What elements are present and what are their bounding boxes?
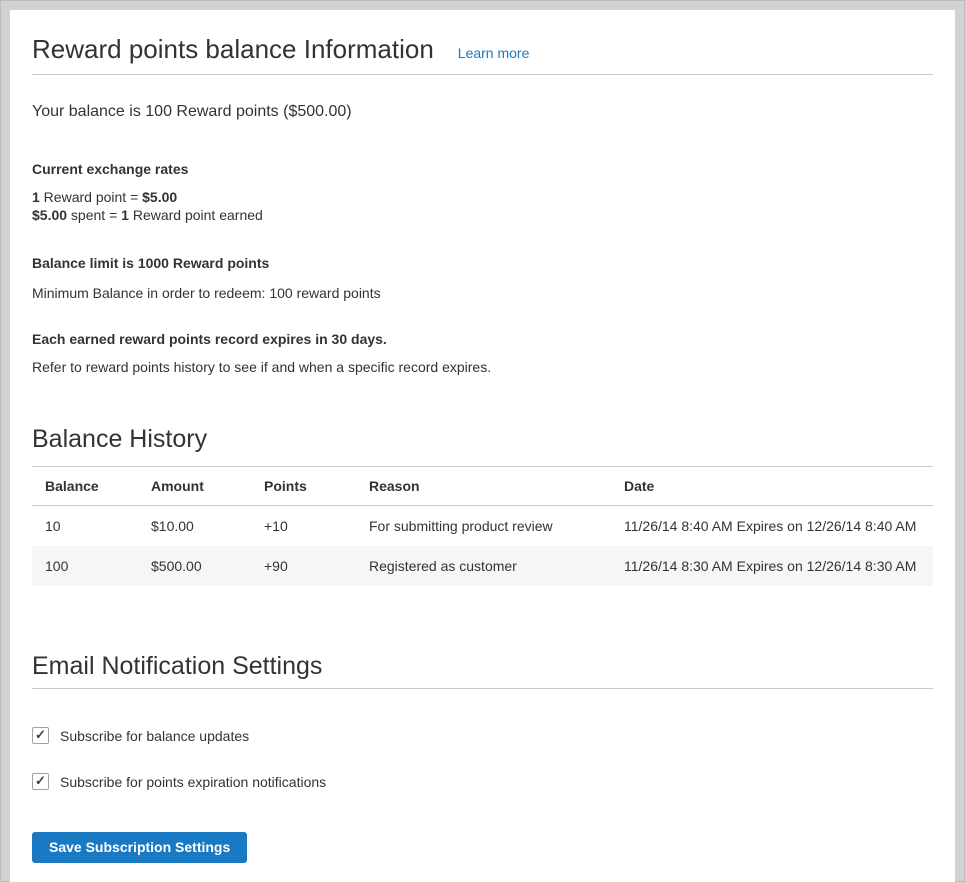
rate2-amount: $5.00: [32, 207, 67, 223]
rate1-text: Reward point =: [40, 189, 142, 205]
rate1-amount: $5.00: [142, 189, 177, 205]
email-settings-heading: Email Notification Settings: [32, 651, 933, 682]
cell-points: +10: [251, 506, 356, 547]
column-header-points: Points: [251, 467, 356, 506]
expiration-note: Each earned reward points record expires…: [32, 329, 933, 349]
balance-history-heading: Balance History: [32, 424, 933, 455]
column-header-balance: Balance: [32, 467, 138, 506]
expiration-hint: Refer to reward points history to see if…: [32, 357, 933, 377]
table-header-row: Balance Amount Points Reason Date: [32, 467, 933, 506]
email-settings-divider: [32, 688, 933, 689]
column-header-reason: Reason: [356, 467, 611, 506]
column-header-amount: Amount: [138, 467, 251, 506]
learn-more-link[interactable]: Learn more: [458, 45, 530, 61]
page-header: Reward points balance Information Learn …: [32, 34, 933, 75]
rate2-text: spent =: [67, 207, 121, 223]
cell-reason: Registered as customer: [356, 546, 611, 586]
exchange-rate-line-2: $5.00 spent = 1 Reward point earned: [32, 206, 933, 224]
table-row: 100 $500.00 +90 Registered as customer 1…: [32, 546, 933, 586]
save-subscription-settings-button[interactable]: Save Subscription Settings: [32, 832, 247, 863]
subscribe-expiration-notifications-checkbox[interactable]: [32, 773, 49, 790]
page-title: Reward points balance Information: [32, 34, 434, 65]
column-header-date: Date: [611, 467, 933, 506]
page-frame: Reward points balance Information Learn …: [0, 0, 965, 882]
exchange-rates-heading: Current exchange rates: [32, 159, 933, 179]
subscribe-balance-updates-row: Subscribe for balance updates: [32, 727, 933, 744]
exchange-rates: 1 Reward point = $5.00 $5.00 spent = 1 R…: [32, 188, 933, 224]
subscribe-expiration-notifications-row: Subscribe for points expiration notifica…: [32, 773, 933, 790]
cell-balance: 10: [32, 506, 138, 547]
rate2-suffix: Reward point earned: [129, 207, 263, 223]
balance-history-table: Balance Amount Points Reason Date 10 $10…: [32, 466, 933, 586]
cell-reason: For submitting product review: [356, 506, 611, 547]
reward-points-card: Reward points balance Information Learn …: [10, 10, 955, 882]
subscribe-expiration-notifications-label[interactable]: Subscribe for points expiration notifica…: [60, 774, 326, 790]
cell-amount: $10.00: [138, 506, 251, 547]
cell-balance: 100: [32, 546, 138, 586]
cell-date: 11/26/14 8:30 AM Expires on 12/26/14 8:3…: [611, 546, 933, 586]
balance-summary: Your balance is 100 Reward points ($500.…: [32, 102, 933, 122]
minimum-balance-note: Minimum Balance in order to redeem: 100 …: [32, 283, 933, 303]
rate1-points: 1: [32, 189, 40, 205]
subscribe-balance-updates-checkbox[interactable]: [32, 727, 49, 744]
cell-amount: $500.00: [138, 546, 251, 586]
cell-points: +90: [251, 546, 356, 586]
table-row: 10 $10.00 +10 For submitting product rev…: [32, 506, 933, 547]
subscribe-balance-updates-label[interactable]: Subscribe for balance updates: [60, 728, 249, 744]
balance-limit-note: Balance limit is 1000 Reward points: [32, 253, 933, 273]
exchange-rate-line-1: 1 Reward point = $5.00: [32, 188, 933, 206]
cell-date: 11/26/14 8:40 AM Expires on 12/26/14 8:4…: [611, 506, 933, 547]
rate2-points: 1: [121, 207, 129, 223]
